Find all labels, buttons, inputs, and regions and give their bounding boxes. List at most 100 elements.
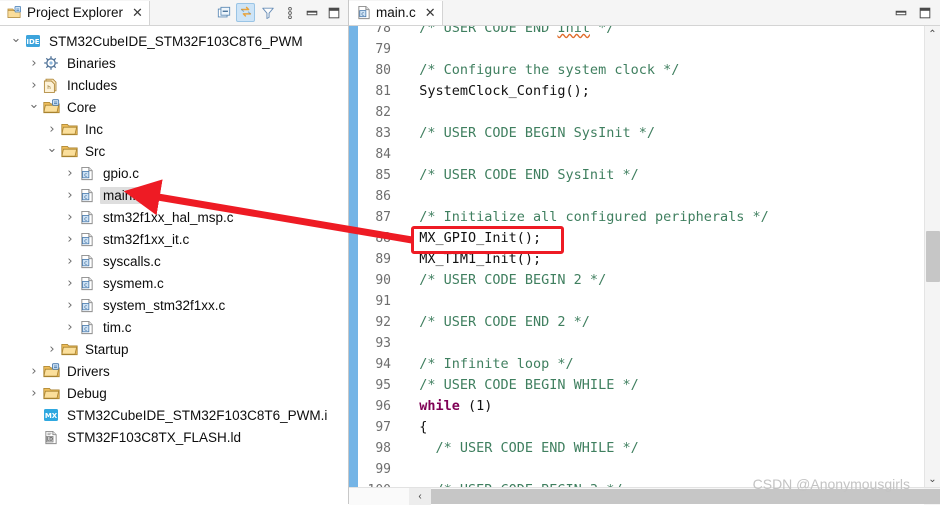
folder-icon [42,385,60,401]
tree-item-binaries[interactable]: ›Binaries [0,52,348,74]
chevron-right-icon[interactable]: › [62,299,78,312]
code-line[interactable] [403,186,940,207]
maximize-icon[interactable] [324,3,343,22]
code-line[interactable] [403,459,940,480]
tree-item-syscalls-c[interactable]: ›csyscalls.c [0,250,348,272]
line-number: 80 [361,60,391,81]
chevron-down-icon[interactable]: ⌄ [44,142,60,155]
view-menu-icon[interactable] [280,3,299,22]
scroll-up-icon[interactable]: ⌃ [925,26,940,42]
code-line[interactable] [403,291,940,312]
chevron-right-icon[interactable]: › [62,255,78,268]
code-line[interactable]: /* USER CODE BEGIN WHILE */ [403,375,940,396]
code-line[interactable]: /* USER CODE BEGIN 3 */ [403,480,940,487]
code-line[interactable]: /* USER CODE END 2 */ [403,312,940,333]
horizontal-scrollbar[interactable]: ‹ [349,487,940,504]
code-line[interactable]: /* USER CODE END WHILE */ [403,438,940,459]
code-line[interactable]: while (1) [403,396,940,417]
close-icon[interactable]: ✕ [425,6,436,19]
chevron-right-icon[interactable]: › [26,57,42,70]
code-line[interactable]: /* Initialize all configured peripherals… [403,207,940,228]
chevron-right-icon[interactable]: › [62,321,78,334]
line-number: 93 [361,333,391,354]
scroll-down-icon[interactable]: ⌄ [925,471,940,487]
minimize-icon[interactable] [894,6,908,20]
code-line[interactable] [403,333,940,354]
code-line[interactable]: /* USER CODE END SysInit */ [403,165,940,186]
project-tree[interactable]: ⌄IDESTM32CubeIDE_STM32F103C8T6_PWM›Binar… [0,26,348,504]
tree-item-src[interactable]: ⌄ Src [0,140,348,162]
horizontal-scroll-track[interactable] [431,488,924,505]
code-line[interactable]: SystemClock_Config(); [403,81,940,102]
close-icon[interactable]: ✕ [132,6,143,19]
svg-text:h: h [47,85,51,91]
line-number: 85 [361,165,391,186]
chevron-right-icon[interactable]: › [62,233,78,246]
tree-item-drivers[interactable]: ›Drivers [0,360,348,382]
tree-item-label: Debug [64,385,110,402]
code-line[interactable] [403,39,940,60]
filter-icon[interactable] [258,3,277,22]
tab-main-c[interactable]: c main.c ✕ [349,1,443,25]
tree-item-main-c[interactable]: ›cmain.c [0,184,348,206]
code-text-area[interactable]: /* USER CODE END Init */ /* Configure th… [395,26,940,487]
vertical-scroll-track[interactable] [925,42,940,471]
tree-item-includes[interactable]: › h Includes [0,74,348,96]
tree-item-label: Inc [82,121,106,138]
tree-item-inc[interactable]: › Inc [0,118,348,140]
tree-item-system-stm32f1xx-c[interactable]: ›csystem_stm32f1xx.c [0,294,348,316]
code-line[interactable]: /* Infinite loop */ [403,354,940,375]
vertical-scrollbar[interactable]: ⌃ ⌄ [924,26,940,487]
tree-item-sysmem-c[interactable]: ›csysmem.c [0,272,348,294]
chevron-right-icon[interactable]: › [62,167,78,180]
chevron-right-icon[interactable]: › [62,189,78,202]
chevron-right-icon[interactable]: › [26,79,42,92]
tree-item-label: Includes [64,77,120,94]
tree-item-debug[interactable]: › Debug [0,382,348,404]
tree-item-stm32cubeide-stm32f103c8t6-pwm[interactable]: ⌄IDESTM32CubeIDE_STM32F103C8T6_PWM [0,30,348,52]
tree-item-stm32cubeide-stm32f103c8t6-pwm-i[interactable]: MXSTM32CubeIDE_STM32F103C8T6_PWM.i [0,404,348,426]
tab-project-explorer[interactable]: Project Explorer ✕ [0,1,150,25]
minimize-icon[interactable] [302,3,321,22]
chevron-right-icon[interactable]: › [44,343,60,356]
vertical-scroll-thumb[interactable] [926,231,940,282]
tree-item-gpio-c[interactable]: ›cgpio.c [0,162,348,184]
chevron-right-icon[interactable]: › [62,277,78,290]
source-folder-icon [42,363,60,379]
chevron-right-icon[interactable]: › [44,123,60,136]
tree-item-stm32f1xx-it-c[interactable]: ›cstm32f1xx_it.c [0,228,348,250]
tree-item-tim-c[interactable]: ›ctim.c [0,316,348,338]
line-number: 86 [361,186,391,207]
code-token: { [403,419,427,435]
line-number: 97 [361,417,391,438]
code-line[interactable] [403,144,940,165]
code-token: /* Configure the system clock */ [403,62,679,78]
tree-item-label: system_stm32f1xx.c [100,297,228,314]
tree-item-stm32f103c8tx-flash-ld[interactable]: LDSTM32F103C8TX_FLASH.ld [0,426,348,448]
code-line[interactable]: /* Configure the system clock */ [403,60,940,81]
folder-icon [60,143,78,159]
svg-text:c: c [84,194,87,200]
chevron-down-icon[interactable]: ⌄ [26,98,42,111]
chevron-right-icon[interactable]: › [26,365,42,378]
code-line[interactable]: { [403,417,940,438]
code-token: /* USER CODE BEGIN 2 */ [403,272,606,288]
maximize-icon[interactable] [918,6,932,20]
code-line[interactable]: /* USER CODE END Init */ [403,26,940,39]
chevron-down-icon[interactable]: ⌄ [8,32,24,45]
code-line[interactable] [403,102,940,123]
link-with-editor-icon[interactable] [236,3,255,22]
code-line[interactable]: /* USER CODE BEGIN 2 */ [403,270,940,291]
tree-item-stm32f1xx-hal-msp-c[interactable]: ›cstm32f1xx_hal_msp.c [0,206,348,228]
collapse-all-icon[interactable] [214,3,233,22]
code-line[interactable]: /* USER CODE BEGIN SysInit */ [403,123,940,144]
tree-item-core[interactable]: ⌄Core [0,96,348,118]
chevron-right-icon[interactable]: › [26,387,42,400]
scroll-left-icon[interactable]: ‹ [409,488,431,505]
project-explorer-icon [7,5,22,20]
tree-item-startup[interactable]: ›Startup [0,338,348,360]
chevron-right-icon[interactable]: › [62,211,78,224]
tree-item-label: Src [82,143,108,160]
c-file-icon: c [78,165,96,181]
horizontal-scroll-thumb[interactable] [431,489,940,504]
